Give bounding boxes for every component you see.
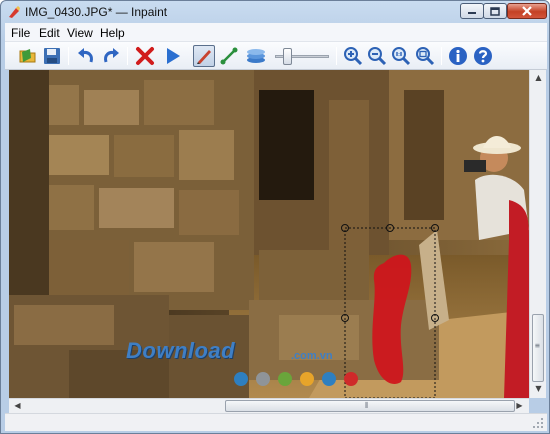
line-tool-button[interactable] — [218, 45, 240, 67]
run-button[interactable] — [162, 45, 184, 67]
zoom-in-icon — [344, 47, 363, 66]
close-button[interactable] — [507, 3, 547, 19]
line-tool-icon — [220, 47, 238, 65]
erase-red-x-icon — [136, 47, 154, 65]
scroll-left-arrow-icon[interactable]: ◀ — [12, 401, 23, 412]
zoom-actual-size-icon — [392, 47, 411, 66]
image-canvas[interactable] — [9, 70, 529, 398]
toolbar — [5, 42, 547, 70]
brush-size-slider-thumb[interactable] — [283, 48, 292, 65]
horizontal-scrollbar[interactable]: ◀ ⦀ ▶ — [9, 398, 529, 413]
menu-edit[interactable]: Edit — [39, 26, 60, 40]
close-icon — [522, 6, 532, 16]
minimize-button[interactable] — [460, 3, 484, 19]
watermark-logo-suffix: .com.vn — [291, 350, 333, 362]
inpaint-app-icon — [9, 6, 20, 18]
redo-arrow-icon — [104, 48, 119, 63]
run-play-icon — [167, 48, 180, 64]
title-bar[interactable]: IMG_0430.JPG* — Inpaint — [1, 1, 549, 23]
zoom-out-icon — [368, 47, 387, 66]
open-folder-icon — [19, 49, 36, 63]
redo-button[interactable] — [100, 45, 122, 67]
watermark-dot-3 — [278, 372, 292, 386]
watermark-logo-text: Download — [126, 338, 236, 363]
maximize-icon — [490, 6, 500, 16]
scroll-down-arrow-icon[interactable]: ▼ — [533, 384, 544, 395]
zoom-in-button[interactable] — [342, 45, 364, 67]
marker-tool-button[interactable] — [193, 45, 215, 67]
zoom-fit-icon — [416, 47, 435, 66]
help-icon — [474, 47, 492, 65]
info-button[interactable] — [447, 45, 469, 67]
layers-button[interactable] — [245, 45, 267, 67]
menu-file[interactable]: File — [11, 26, 30, 40]
zoom-out-button[interactable] — [366, 45, 388, 67]
open-button[interactable] — [17, 45, 39, 67]
horizontal-scroll-thumb[interactable]: ⦀ — [225, 400, 515, 412]
window-title: IMG_0430.JPG* — Inpaint — [25, 5, 168, 19]
scroll-up-arrow-icon[interactable]: ▲ — [533, 73, 544, 84]
menu-bar: File Edit View Help — [5, 23, 547, 42]
watermark-dot-2 — [256, 372, 270, 386]
app-window: IMG_0430.JPG* — Inpaint File Edit View H… — [0, 0, 550, 434]
status-bar — [5, 413, 547, 431]
menu-view[interactable]: View — [67, 26, 93, 40]
save-disk-icon — [44, 48, 60, 64]
erase-button[interactable] — [134, 45, 156, 67]
watermark-dot-6 — [344, 372, 358, 386]
save-button[interactable] — [41, 45, 63, 67]
photo-temple-ruins — [9, 70, 529, 398]
scroll-right-arrow-icon[interactable]: ▶ — [514, 401, 525, 412]
marker-pen-icon — [197, 50, 211, 64]
vertical-scrollbar[interactable]: ▲ ≡ ▼ — [529, 70, 546, 398]
zoom-fit-button[interactable] — [414, 45, 436, 67]
undo-arrow-icon — [78, 48, 93, 63]
watermark-dot-1 — [234, 372, 248, 386]
watermark-dot-5 — [322, 372, 336, 386]
help-button[interactable] — [472, 45, 494, 67]
vertical-scroll-thumb[interactable]: ≡ — [532, 314, 544, 382]
zoom-actual-size-button[interactable] — [390, 45, 412, 67]
minimize-icon — [468, 12, 476, 14]
maximize-button[interactable] — [483, 3, 507, 19]
info-icon — [449, 47, 467, 65]
grip-icon: ≡ — [535, 341, 540, 350]
resize-grip-icon[interactable] — [533, 418, 544, 429]
grip-icon: ⦀ — [365, 401, 369, 410]
watermark-dot-4 — [300, 372, 314, 386]
menu-help[interactable]: Help — [100, 26, 125, 40]
undo-button[interactable] — [75, 45, 97, 67]
layers-stack-icon — [247, 49, 265, 63]
